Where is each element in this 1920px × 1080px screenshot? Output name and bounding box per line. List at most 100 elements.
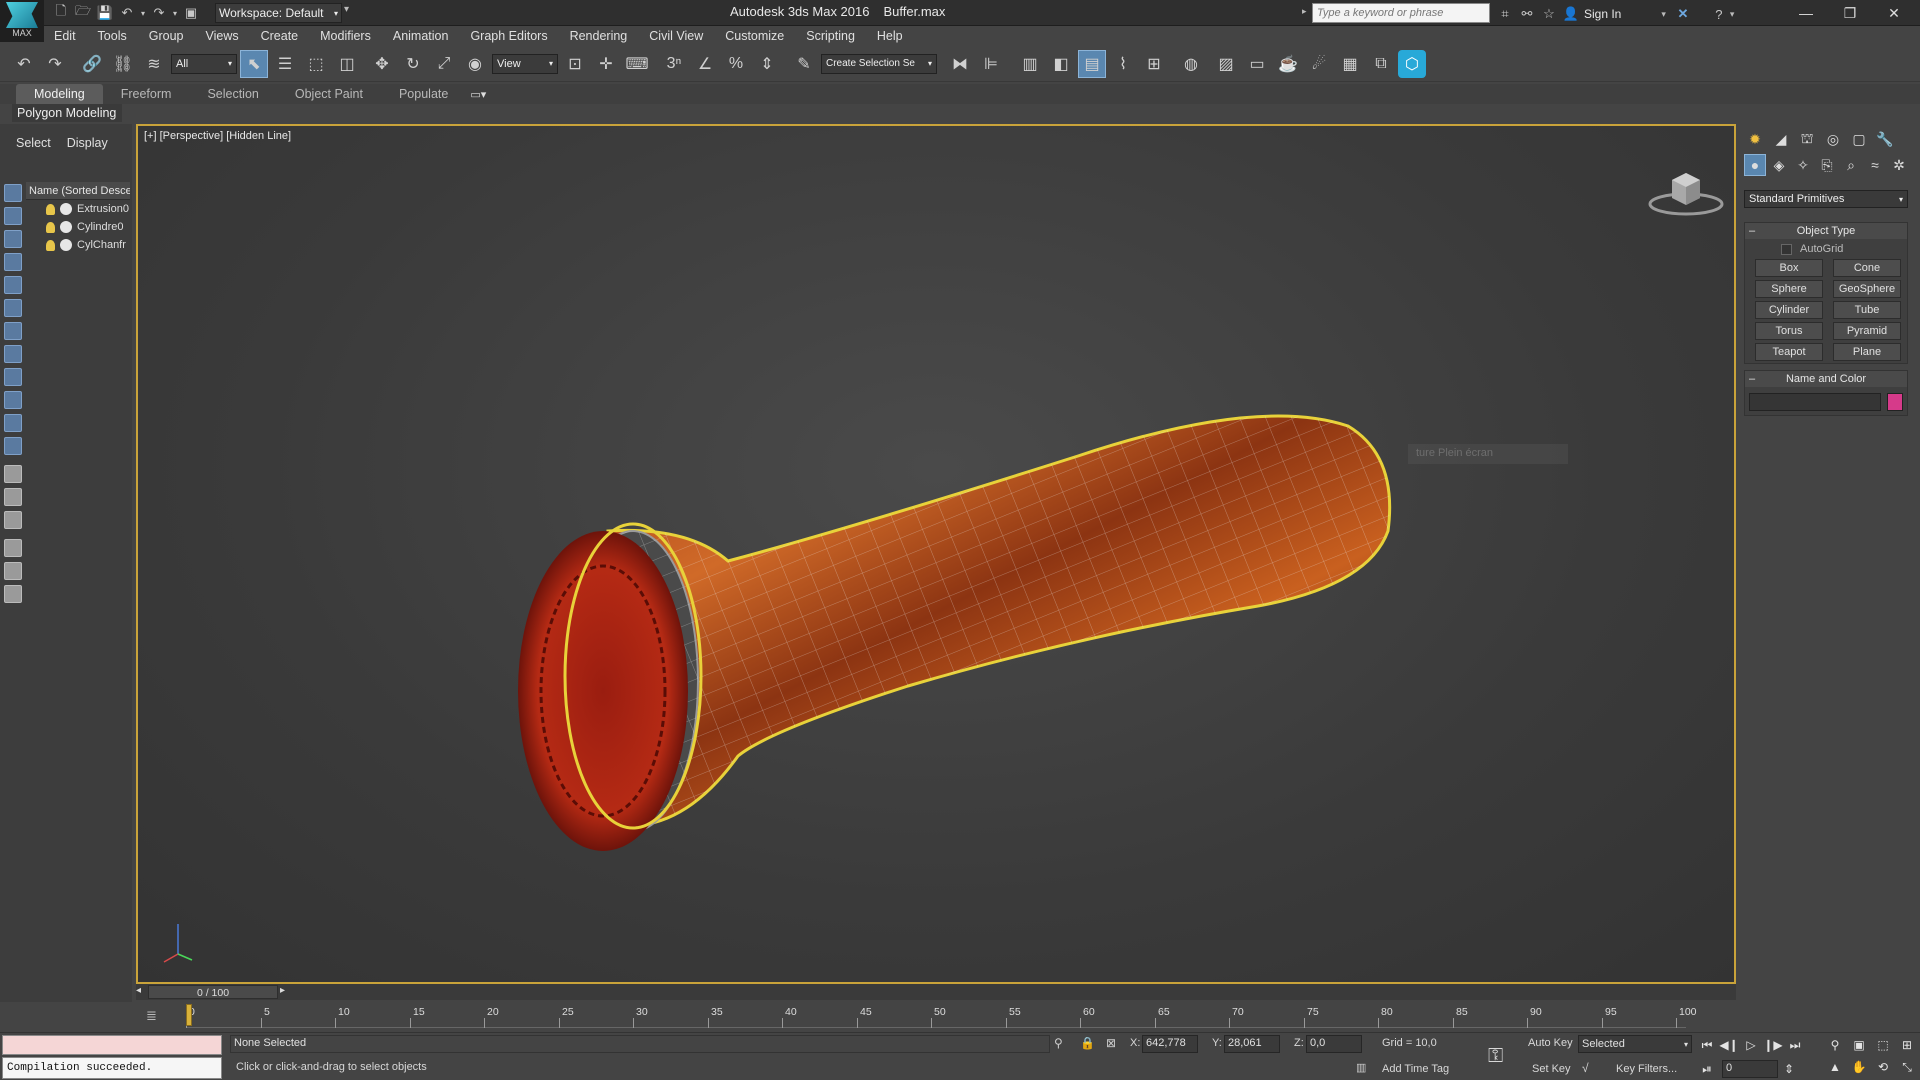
edit-named-selection-icon[interactable]: ✎ (790, 50, 818, 78)
selection-filter-dropdown[interactable]: All ▾ (171, 53, 237, 74)
pivot-center-icon[interactable]: ⊡ (561, 50, 589, 78)
layer-explorer-icon[interactable]: ◧ (1047, 50, 1075, 78)
light-bulb-icon[interactable] (46, 239, 55, 251)
display-all-icon[interactable] (4, 465, 22, 483)
cone-button[interactable]: Cone (1833, 259, 1901, 277)
exchange-apps-icon[interactable]: ✕ (1672, 3, 1694, 25)
rendered-frame-window-icon[interactable]: ▭ (1243, 50, 1271, 78)
default-tangents-icon[interactable]: √ (1582, 1061, 1589, 1075)
go-to-end-icon[interactable]: ⏭ (1784, 1035, 1806, 1055)
sign-in-link[interactable]: Sign In (1584, 7, 1621, 21)
add-time-tag-button[interactable]: Add Time Tag (1382, 1063, 1449, 1075)
display-frozen-icon[interactable] (4, 414, 22, 432)
key-mode-dropdown[interactable]: Selected ▾ (1578, 1035, 1692, 1053)
tab-freeform[interactable]: Freeform (103, 84, 190, 104)
undo-dropdown-icon[interactable]: ▾ (138, 2, 148, 24)
window-crossing-icon[interactable]: ◫ (333, 50, 361, 78)
search-input[interactable]: Type a keyword or phrase (1312, 3, 1490, 23)
previous-frame-icon[interactable]: ◀❙ (1718, 1035, 1740, 1055)
binoculars-icon[interactable]: ⌗ (1494, 3, 1516, 25)
new-file-icon[interactable]: 🗋 (50, 2, 72, 24)
select-and-link-icon[interactable]: 🔗 (78, 50, 106, 78)
set-key-button[interactable]: Set Key (1532, 1063, 1571, 1075)
toggle-ribbon-icon[interactable]: ▤ (1078, 49, 1106, 78)
find-icon[interactable] (4, 562, 22, 580)
unlink-selection-icon[interactable]: ⛓ (109, 50, 137, 78)
geometry-icon[interactable]: ● (1744, 154, 1766, 176)
spinner-snap-icon[interactable]: ⇕ (753, 50, 781, 78)
perspective-viewport[interactable]: [+] [Perspective] [Hidden Line] ture Ple… (136, 124, 1736, 984)
tab-populate[interactable]: Populate (381, 84, 466, 104)
lights-icon[interactable]: ✧ (1792, 154, 1814, 176)
open-file-icon[interactable]: 🗁 (72, 2, 94, 24)
tube-button[interactable]: Tube (1833, 301, 1901, 319)
menu-views[interactable]: Views (194, 26, 249, 46)
menu-scripting[interactable]: Scripting (795, 26, 866, 46)
project-folder-icon[interactable]: ▣ (180, 2, 202, 24)
schematic-view-icon[interactable]: ⊞ (1140, 50, 1168, 78)
explorer-display-menu[interactable]: Display (59, 136, 116, 150)
tab-selection[interactable]: Selection (189, 84, 276, 104)
x-coord-field[interactable]: 642,778 (1142, 1035, 1198, 1053)
wax-seal-stamp-model[interactable] (438, 356, 1588, 896)
viewport-label[interactable]: [+] [Perspective] [Hidden Line] (144, 130, 291, 142)
favorites-star-icon[interactable]: ☆ (1538, 3, 1560, 25)
render-in-cloud-icon[interactable]: ▦ (1336, 50, 1364, 78)
minimize-icon[interactable]: — (1784, 0, 1828, 26)
select-and-scale-icon[interactable]: ⤢ (430, 50, 458, 78)
render-setup-icon[interactable]: ▨ (1212, 50, 1240, 78)
menu-help[interactable]: Help (866, 26, 914, 46)
list-item[interactable]: Extrusion0 (26, 200, 130, 218)
render-iterative-icon[interactable]: ☄ (1305, 50, 1333, 78)
restore-icon[interactable]: ❐ (1828, 0, 1872, 26)
selection-lock-icon[interactable]: 🔒 (1080, 1036, 1095, 1050)
sign-in-dropdown-icon[interactable]: ▾ (1661, 9, 1666, 20)
display-xrefs-icon[interactable] (4, 345, 22, 363)
zoom-icon[interactable]: ⚲ (1824, 1035, 1846, 1055)
space-warps-icon[interactable]: ≈ (1864, 154, 1886, 176)
zoom-all-icon[interactable]: ▣ (1848, 1035, 1870, 1055)
filter-icon[interactable] (4, 539, 22, 557)
bind-to-space-warp-icon[interactable]: ≋ (140, 50, 168, 78)
menu-rendering[interactable]: Rendering (559, 26, 639, 46)
search-arrow-icon[interactable]: ▸ (1302, 6, 1307, 17)
menu-tools[interactable]: Tools (87, 26, 138, 46)
render-to-texture-icon[interactable]: ⧉ (1367, 50, 1395, 78)
list-item[interactable]: CylChanfr (26, 236, 130, 254)
select-and-move-icon[interactable]: ✥ (368, 50, 396, 78)
time-slider[interactable]: ◂ 0 / 100 ▸ (136, 984, 1736, 1000)
menu-group[interactable]: Group (138, 26, 195, 46)
y-coord-field[interactable]: 28,061 (1224, 1035, 1280, 1053)
torus-button[interactable]: Torus (1755, 322, 1823, 340)
time-prev-icon[interactable]: ◂ (136, 985, 141, 996)
pan-view-icon[interactable]: ✋ (1848, 1057, 1870, 1077)
viewcube-icon[interactable] (1646, 160, 1726, 220)
name-column-header[interactable]: Name (Sorted Descending) (26, 182, 130, 200)
menu-create[interactable]: Create (250, 26, 310, 46)
object-type-header[interactable]: – Object Type (1745, 223, 1907, 239)
sphere-button[interactable]: Sphere (1755, 280, 1823, 298)
select-object-icon[interactable]: ⬉ (240, 49, 268, 78)
box-button[interactable]: Box (1755, 259, 1823, 277)
display-hidden-icon[interactable] (4, 437, 22, 455)
select-and-place-icon[interactable]: ◉ (461, 50, 489, 78)
time-next-icon[interactable]: ▸ (280, 985, 285, 996)
workspace-dropdown[interactable]: Workspace: Default ▾ (215, 3, 342, 23)
absolute-mode-icon[interactable]: ⊠ (1106, 1036, 1116, 1050)
angle-snap-icon[interactable]: ∠ (691, 50, 719, 78)
geosphere-button[interactable]: GeoSphere (1833, 280, 1901, 298)
systems-icon[interactable]: ✲ (1888, 154, 1910, 176)
a360-gallery-icon[interactable]: ⬡ (1398, 49, 1426, 78)
keyboard-shortcut-override-icon[interactable]: ⌨ (623, 50, 651, 78)
redo-dropdown-icon[interactable]: ▾ (170, 2, 180, 24)
scene-explorer-toggle-icon[interactable]: ▥ (1016, 50, 1044, 78)
menu-graph-editors[interactable]: Graph Editors (459, 26, 558, 46)
percent-snap-icon[interactable]: % (722, 50, 750, 78)
key-filters-button[interactable]: Key Filters... (1616, 1063, 1677, 1075)
mirror-icon[interactable]: ⧓ (946, 50, 974, 78)
light-bulb-icon[interactable] (46, 203, 55, 215)
plane-button[interactable]: Plane (1833, 343, 1901, 361)
ribbon-options-icon[interactable]: ▭▾ (470, 88, 486, 101)
display-helpers-icon[interactable] (4, 276, 22, 294)
display-cameras-icon[interactable] (4, 253, 22, 271)
